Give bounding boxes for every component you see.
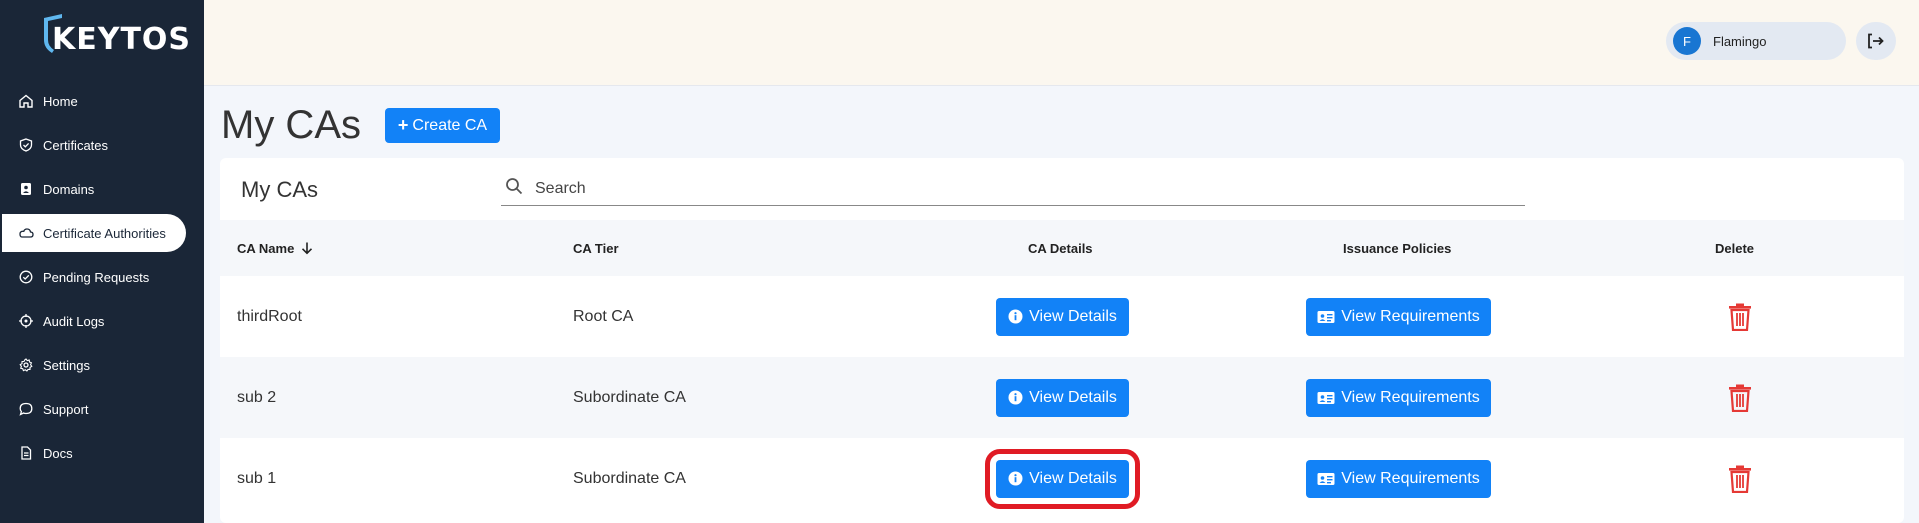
view-requirements-label: View Requirements (1341, 307, 1480, 325)
column-label: Delete (1715, 240, 1755, 256)
sidebar-item-certificates[interactable]: Certificates (0, 123, 204, 167)
keytos-logo[interactable]: KEYTOS (40, 14, 190, 64)
column-label: CA Tier (573, 240, 619, 256)
chat-bubble-icon (18, 401, 34, 417)
table-row: sub 2 Subordinate CA View Details View R… (220, 357, 1904, 438)
id-card-icon (1317, 310, 1335, 324)
table-title: My CAs (241, 177, 318, 202)
sidebar-item-label: Docs (43, 445, 73, 461)
sidebar-item-label: Pending Requests (43, 269, 150, 285)
avatar: F (1673, 27, 1701, 55)
sidebar-item-audit-logs[interactable]: Audit Logs (0, 299, 204, 343)
gear-icon (18, 357, 34, 373)
sidebar-item-settings[interactable]: Settings (0, 343, 204, 387)
search-field[interactable] (501, 172, 1525, 206)
id-card-icon (1317, 472, 1335, 486)
info-icon (1008, 390, 1023, 405)
view-requirements-button[interactable]: View Requirements (1306, 459, 1491, 498)
trash-icon (1729, 465, 1751, 493)
id-card-icon (1317, 391, 1335, 405)
table-row: sub 1 Subordinate CA View Details View R… (220, 438, 1904, 519)
contact-card-icon (18, 181, 34, 197)
check-circle-icon (18, 269, 34, 285)
ca-name-cell: thirdRoot (237, 307, 302, 325)
page-title: My CAs (221, 103, 361, 147)
view-details-button[interactable]: View Details (996, 297, 1129, 336)
logout-icon (1868, 33, 1884, 49)
ca-tier-cell: Subordinate CA (573, 388, 686, 406)
user-menu[interactable]: F Flamingo (1666, 22, 1846, 60)
sidebar: KEYTOS Home Certificates Domains Certifi… (0, 0, 204, 523)
view-requirements-label: View Requirements (1341, 388, 1480, 406)
sidebar-item-label: Support (43, 401, 89, 417)
ca-table-card: My CAs CA Name CA Tier CA Details Issuan… (220, 158, 1904, 523)
info-icon (1008, 309, 1023, 324)
sidebar-item-label: Domains (43, 181, 95, 197)
sidebar-item-pending-requests[interactable]: Pending Requests (0, 255, 204, 299)
trash-icon (1729, 303, 1751, 331)
cloud-icon (18, 225, 34, 241)
delete-button[interactable] (1724, 276, 1756, 357)
arrow-down-icon (302, 242, 313, 255)
view-details-label: View Details (1029, 469, 1117, 487)
target-icon (18, 313, 34, 329)
ca-tier-cell: Root CA (573, 307, 634, 325)
sidebar-item-label: Certificate Authorities (43, 225, 166, 241)
sidebar-item-home[interactable]: Home (0, 79, 204, 123)
column-label: CA Details (1028, 240, 1093, 256)
sidebar-item-certificate-authorities[interactable]: Certificate Authorities (2, 214, 186, 252)
view-details-label: View Details (1029, 388, 1117, 406)
logo-text: KEYTOS (52, 22, 192, 57)
search-input[interactable] (535, 179, 1435, 198)
shield-icon (18, 137, 34, 153)
sidebar-item-label: Certificates (43, 137, 109, 153)
column-header-delete: Delete (1715, 220, 1754, 276)
search-icon (505, 177, 523, 200)
view-details-button[interactable]: View Details (996, 378, 1129, 417)
view-requirements-label: View Requirements (1341, 469, 1480, 487)
create-ca-button[interactable]: + Create CA (385, 108, 500, 143)
create-ca-label: Create CA (412, 116, 488, 134)
sidebar-item-label: Home (43, 93, 78, 109)
ca-name-cell: sub 1 (237, 469, 277, 487)
table-row: thirdRoot Root CA View Details View Requ… (220, 276, 1904, 357)
sidebar-nav: Home Certificates Domains Certificate Au… (0, 79, 204, 475)
delete-button[interactable] (1724, 438, 1756, 519)
trash-icon (1729, 384, 1751, 412)
table-header: CA Name CA Tier CA Details Issuance Poli… (220, 220, 1904, 276)
plus-icon: + (397, 115, 409, 135)
column-label: Issuance Policies (1343, 240, 1452, 256)
top-bar: F Flamingo (204, 0, 1919, 86)
sidebar-item-label: Audit Logs (43, 313, 105, 329)
document-icon (18, 445, 34, 461)
column-header-ca-tier: CA Tier (573, 220, 619, 276)
sidebar-item-label: Settings (43, 357, 90, 373)
view-details-button[interactable]: View Details (985, 448, 1140, 509)
sidebar-item-docs[interactable]: Docs (0, 431, 204, 475)
ca-tier-cell: Subordinate CA (573, 469, 686, 487)
view-requirements-button[interactable]: View Requirements (1306, 378, 1491, 417)
column-header-ca-name[interactable]: CA Name (237, 220, 314, 276)
column-header-ca-details: CA Details (1028, 220, 1093, 276)
sidebar-item-domains[interactable]: Domains (0, 167, 204, 211)
ca-name-cell: sub 2 (237, 388, 277, 406)
view-requirements-button[interactable]: View Requirements (1306, 297, 1491, 336)
home-icon (18, 93, 34, 109)
column-header-issuance-policies: Issuance Policies (1343, 220, 1451, 276)
user-name: Flamingo (1713, 33, 1767, 49)
delete-button[interactable] (1724, 357, 1756, 438)
logout-button[interactable] (1856, 22, 1896, 60)
column-label: CA Name (237, 240, 295, 256)
sidebar-item-support[interactable]: Support (0, 387, 204, 431)
view-details-label: View Details (1029, 307, 1117, 325)
info-icon (1008, 471, 1023, 486)
